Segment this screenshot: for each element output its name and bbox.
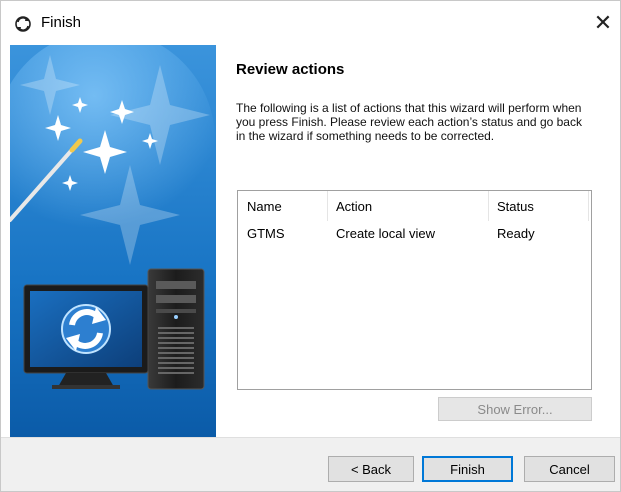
title-bar: Finish ✕: [1, 1, 620, 45]
column-separator[interactable]: [327, 191, 328, 221]
list-header: Name Action Status: [238, 191, 591, 221]
finish-button[interactable]: Finish: [422, 456, 513, 482]
page-description: The following is a list of actions that …: [236, 101, 582, 143]
show-error-button[interactable]: Show Error...: [438, 397, 592, 421]
button-bar: < Back Finish Cancel: [1, 437, 620, 491]
refresh-arrows-icon: [61, 304, 111, 354]
cell-name: GTMS: [247, 226, 285, 241]
wizard-content: Review actions The following is a list o…: [216, 45, 620, 437]
column-header-name[interactable]: Name: [238, 191, 327, 221]
wizard-side-illustration: [10, 45, 216, 437]
cancel-button[interactable]: Cancel: [524, 456, 615, 482]
column-separator[interactable]: [588, 191, 589, 221]
wizard-window: Finish ✕ Review actions The following is…: [0, 0, 621, 492]
actions-list[interactable]: Name Action Status GTMS Create local vie…: [237, 190, 592, 390]
table-row[interactable]: GTMS Create local view Ready: [238, 221, 591, 245]
close-icon[interactable]: ✕: [588, 9, 618, 37]
computer-magic-wand-illustration: [10, 45, 216, 437]
cell-action: Create local view: [336, 226, 435, 241]
column-separator[interactable]: [488, 191, 489, 221]
column-header-status[interactable]: Status: [488, 191, 591, 221]
window-title: Finish: [41, 14, 82, 31]
cell-status: Ready: [497, 226, 535, 241]
column-header-action[interactable]: Action: [327, 191, 488, 221]
wizard-finish-icon: [13, 13, 33, 33]
back-button[interactable]: < Back: [328, 456, 414, 482]
page-heading: Review actions: [236, 61, 345, 78]
